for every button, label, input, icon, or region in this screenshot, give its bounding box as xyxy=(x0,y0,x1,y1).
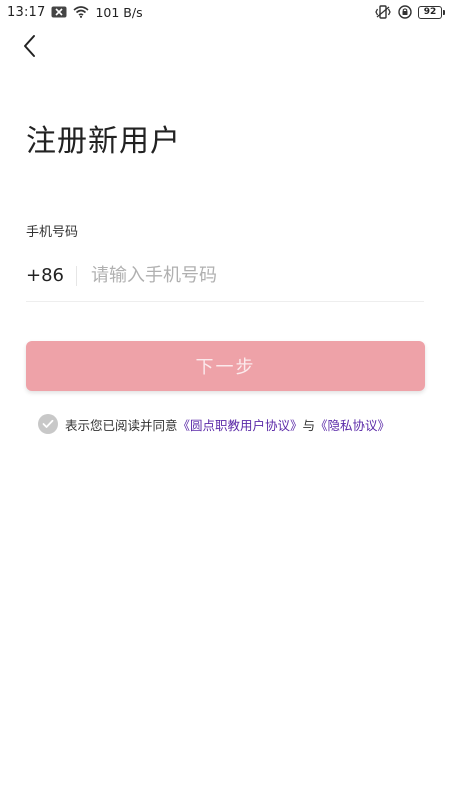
vibrate-icon xyxy=(374,5,392,19)
wifi-icon xyxy=(73,6,89,18)
chevron-left-icon xyxy=(22,34,38,62)
agreement-prefix: 表示您已阅读并同意 xyxy=(65,417,178,433)
agreement-row: 表示您已阅读并同意 《圆点职教用户协议》 与 《隐私协议》 xyxy=(38,414,390,434)
phone-label: 手机号码 xyxy=(26,225,79,240)
page-title: 注册新用户 xyxy=(26,124,181,159)
notification-off-icon xyxy=(51,6,67,18)
status-bar: 13:17 101 B/s 92 xyxy=(0,0,450,24)
battery-icon: 92 xyxy=(418,5,445,19)
rotation-lock-icon xyxy=(398,5,412,19)
agreement-conjunction: 与 xyxy=(302,417,316,433)
check-icon xyxy=(42,417,54,432)
back-button[interactable] xyxy=(14,32,46,64)
next-button[interactable]: 下一步 xyxy=(26,341,425,391)
status-time: 13:17 xyxy=(7,4,46,20)
privacy-policy-link[interactable]: 《隐私协议》 xyxy=(315,415,390,434)
battery-level: 92 xyxy=(423,7,437,17)
country-code-selector[interactable]: +86 xyxy=(26,265,77,286)
status-left: 13:17 101 B/s xyxy=(7,5,143,20)
user-agreement-link[interactable]: 《圆点职教用户协议》 xyxy=(178,415,303,434)
agreement-checkbox[interactable] xyxy=(38,414,58,434)
phone-input-row: +86 xyxy=(26,250,424,302)
network-speed: 101 B/s xyxy=(95,4,143,20)
status-right: 92 xyxy=(374,5,445,19)
phone-input[interactable] xyxy=(77,264,424,287)
